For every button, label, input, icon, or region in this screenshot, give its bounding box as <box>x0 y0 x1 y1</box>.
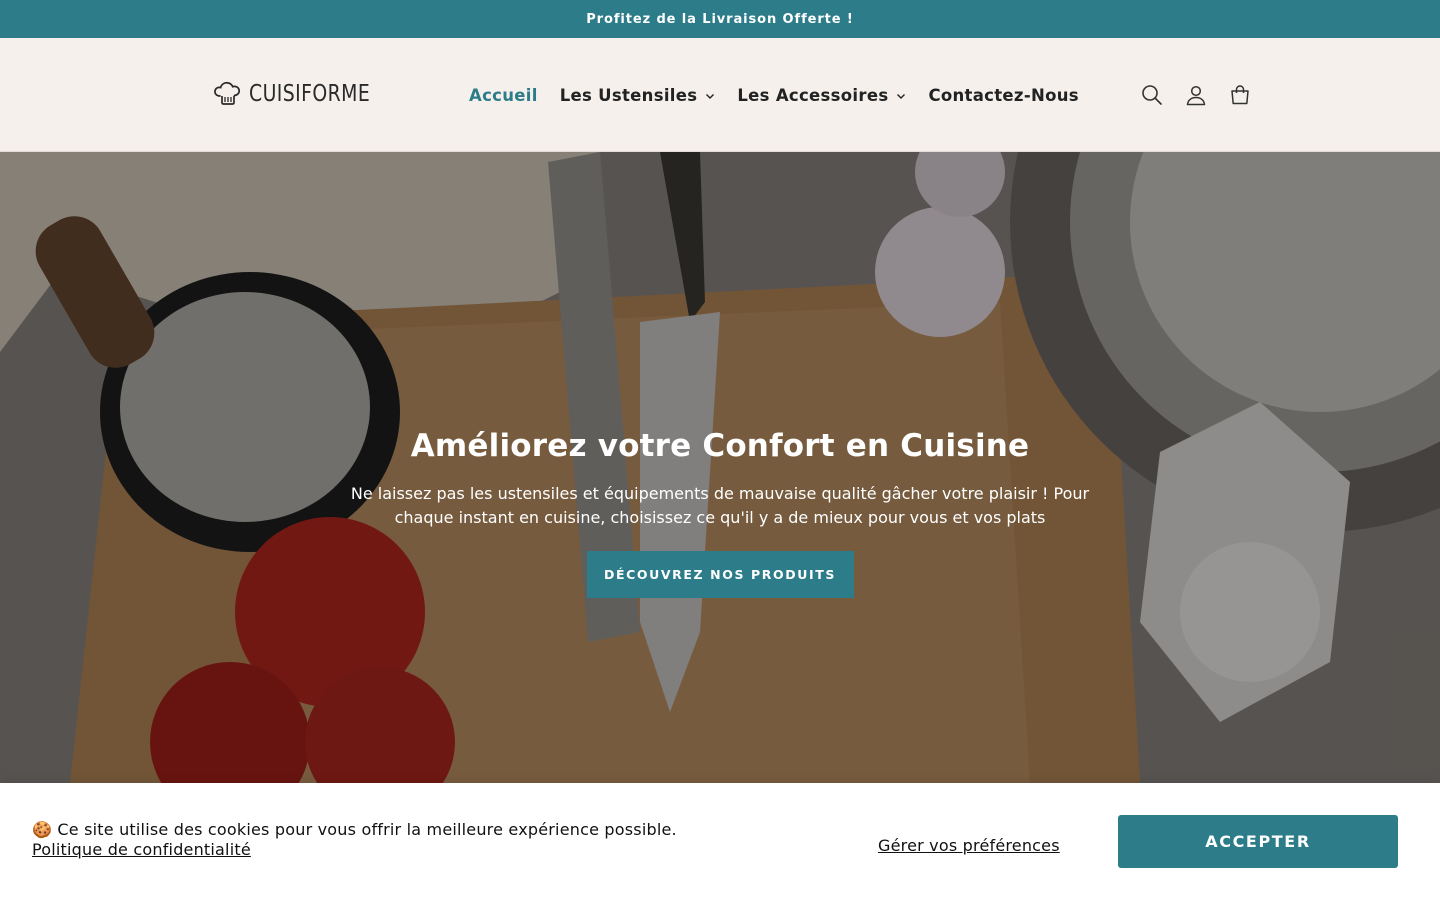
nav-item-label: Accueil <box>469 85 538 105</box>
logo-text: CUISIFORME <box>249 81 371 107</box>
announcement-bar: Profitez de la Livraison Offerte ! <box>0 0 1440 38</box>
announcement-text: Profitez de la Livraison Offerte ! <box>586 11 854 27</box>
discover-products-button[interactable]: DÉCOUVREZ NOS PRODUITS <box>586 551 854 598</box>
chef-hat-icon <box>214 81 241 105</box>
site-header: CUISIFORME Accueil Les Ustensiles Les Ac… <box>0 38 1440 152</box>
logo[interactable]: CUISIFORME <box>213 78 397 110</box>
nav-item-ustensiles[interactable]: Les Ustensiles <box>560 86 716 105</box>
hero-banner: Améliorez votre Confort en Cuisine Ne la… <box>0 152 1440 783</box>
header-icons <box>1140 38 1252 152</box>
nav-item-label: Contactez-Nous <box>928 85 1079 105</box>
nav-item-accueil[interactable]: Accueil <box>469 86 538 105</box>
account-icon[interactable] <box>1184 83 1208 107</box>
privacy-policy-link[interactable]: Politique de confidentialité <box>32 840 251 860</box>
nav-item-label: Les Ustensiles <box>559 85 698 105</box>
nav-item-accessoires[interactable]: Les Accessoires <box>737 86 906 105</box>
nav-item-label: Les Accessoires <box>737 85 889 105</box>
nav-item-contact[interactable]: Contactez-Nous <box>928 86 1078 105</box>
hero-title: Améliorez votre Confort en Cuisine <box>410 428 1030 464</box>
cookie-message-block: 🍪 Ce site utilise des cookies pour vous … <box>32 820 677 860</box>
chevron-down-icon <box>897 94 906 99</box>
manage-preferences-link[interactable]: Gérer vos préférences <box>878 836 1060 855</box>
search-icon[interactable] <box>1140 83 1164 107</box>
accept-cookies-button[interactable]: ACCEPTER <box>1118 815 1398 868</box>
cookie-message: 🍪 Ce site utilise des cookies pour vous … <box>32 820 677 839</box>
chevron-down-icon <box>706 94 715 99</box>
hero-content: Améliorez votre Confort en Cuisine Ne la… <box>0 428 1440 598</box>
cookie-banner: 🍪 Ce site utilise des cookies pour vous … <box>0 783 1440 900</box>
cart-icon[interactable] <box>1228 83 1252 107</box>
main-nav: Accueil Les Ustensiles Les Accessoires C… <box>469 38 1101 152</box>
hero-subtitle: Ne laissez pas les ustensiles et équipem… <box>350 484 1090 527</box>
